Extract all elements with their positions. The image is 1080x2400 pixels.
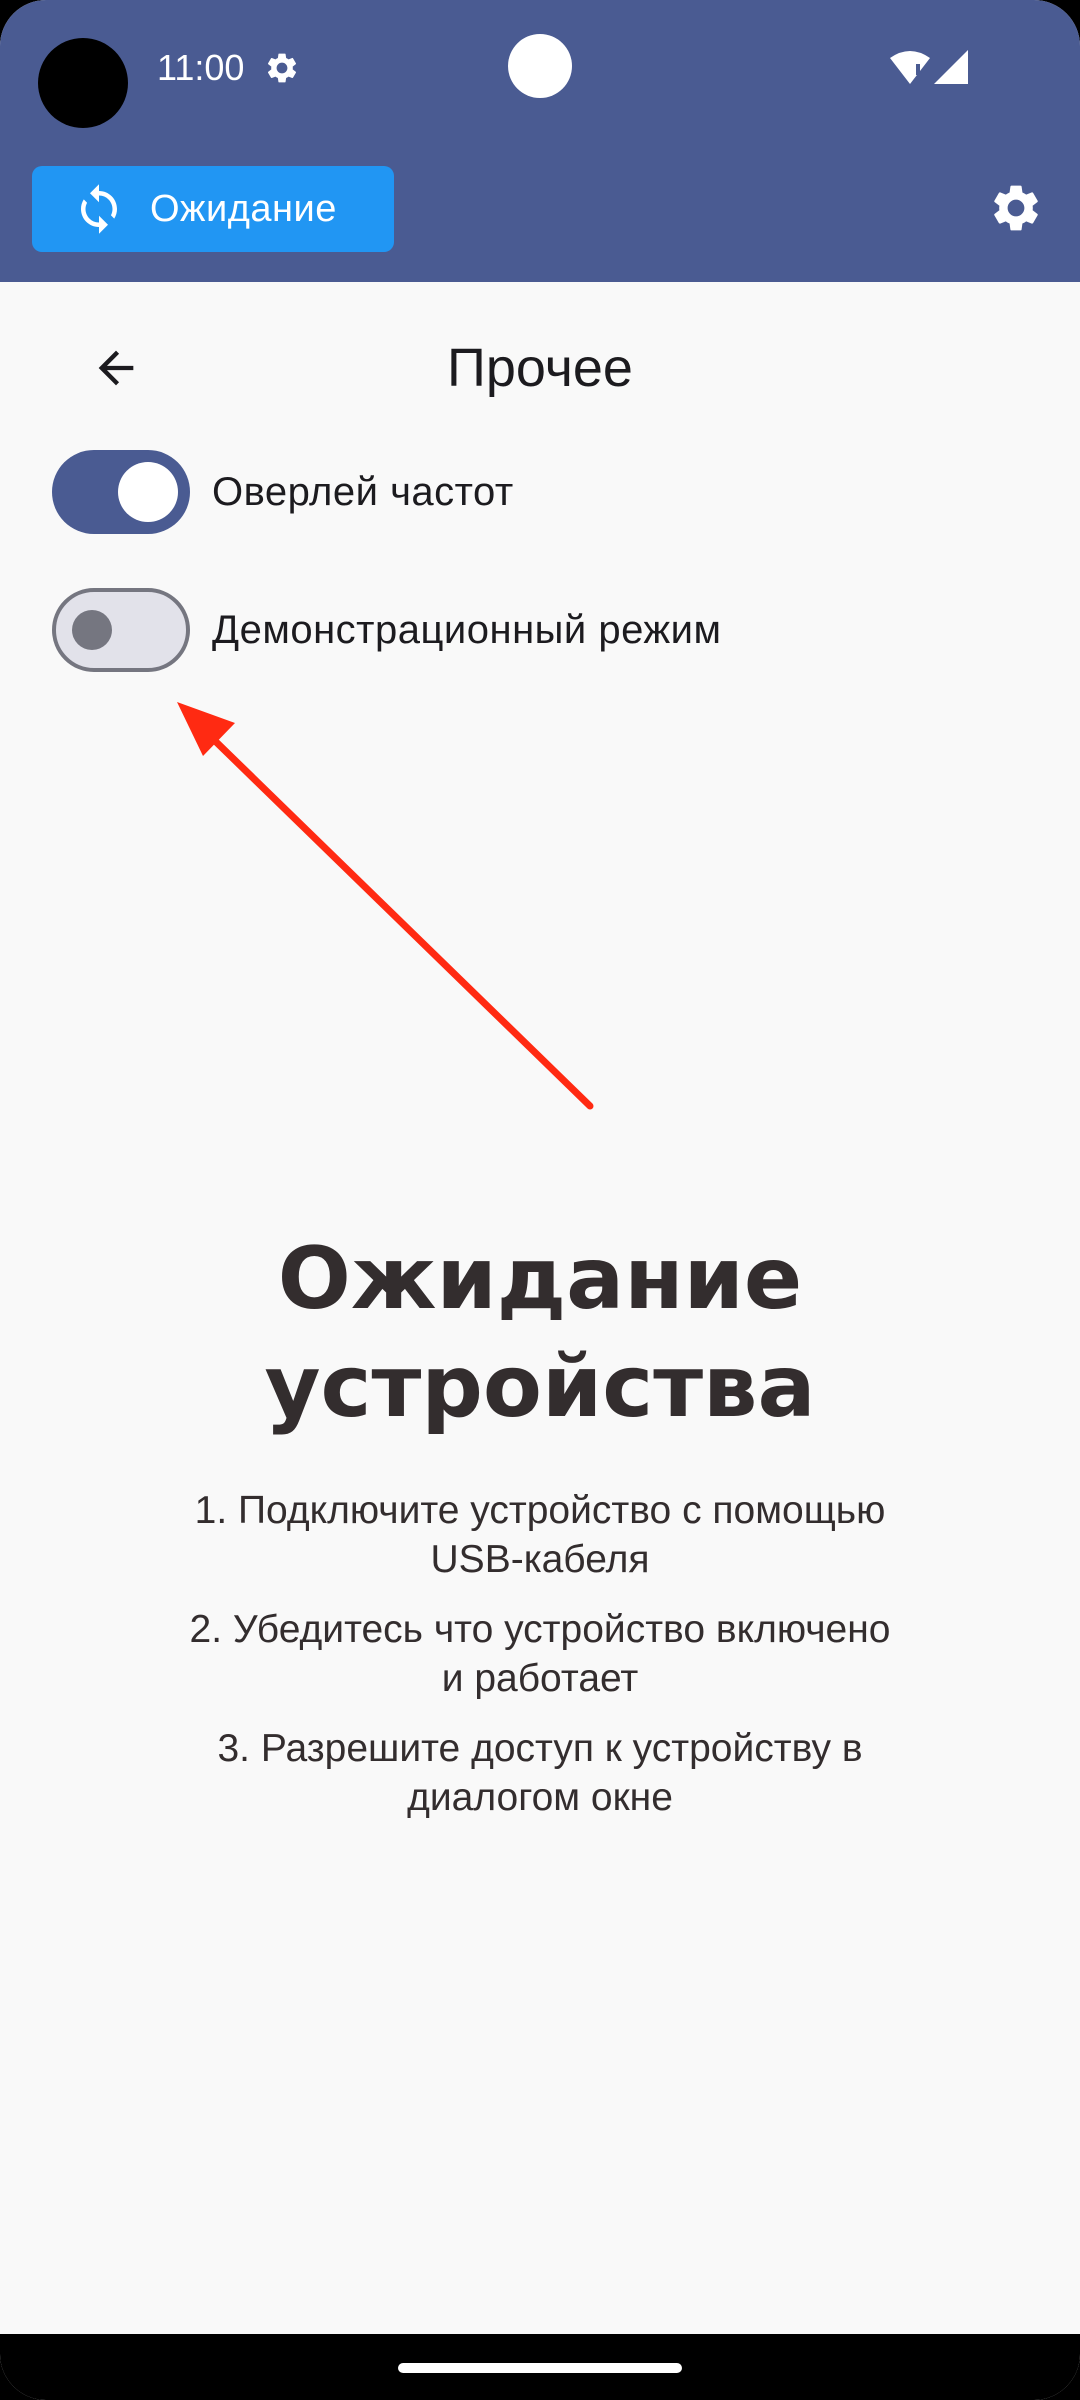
instruction-step: 1. Подключите устройство с помощью USB-к… xyxy=(194,1489,886,1581)
frequency-overlay-toggle[interactable] xyxy=(52,450,190,534)
toggle-thumb xyxy=(72,610,112,650)
app-header: 11:00 Ожидание xyxy=(0,0,1080,282)
instruction-list: 1. Подключите устройство с помощью USB-к… xyxy=(140,1486,940,1843)
demo-mode-toggle[interactable] xyxy=(52,588,190,672)
phone-screen: 11:00 Ожидание Прочее Оверлей частот Дем… xyxy=(0,0,1080,2400)
connection-status-chip[interactable]: Ожидание xyxy=(32,166,394,252)
home-gesture-handle[interactable] xyxy=(398,2363,682,2373)
gear-icon xyxy=(267,53,297,83)
toggle-thumb xyxy=(118,462,178,522)
front-camera xyxy=(38,38,128,128)
demo-mode-label: Демонстрационный режим xyxy=(212,607,722,652)
toggle-row-demo-mode: Демонстрационный режим xyxy=(52,588,722,672)
status-chip-label: Ожидание xyxy=(150,187,337,230)
wifi-icon xyxy=(890,51,930,84)
status-indicator-dot xyxy=(508,34,572,98)
settings-icon[interactable] xyxy=(988,180,1044,236)
waiting-title: Ожидание устройства xyxy=(264,1229,816,1437)
sync-icon xyxy=(81,184,117,234)
toggle-row-frequency-overlay: Оверлей частот xyxy=(52,450,514,534)
status-time: 11:00 xyxy=(157,47,245,88)
page-title: Прочее xyxy=(447,338,633,398)
signal-icon xyxy=(934,50,968,84)
instruction-step: 2. Убедитесь что устройство включено и р… xyxy=(189,1608,891,1700)
frequency-overlay-label: Оверлей частот xyxy=(212,469,514,514)
instruction-step: 3. Разрешите доступ к устройству в диало… xyxy=(217,1727,863,1819)
